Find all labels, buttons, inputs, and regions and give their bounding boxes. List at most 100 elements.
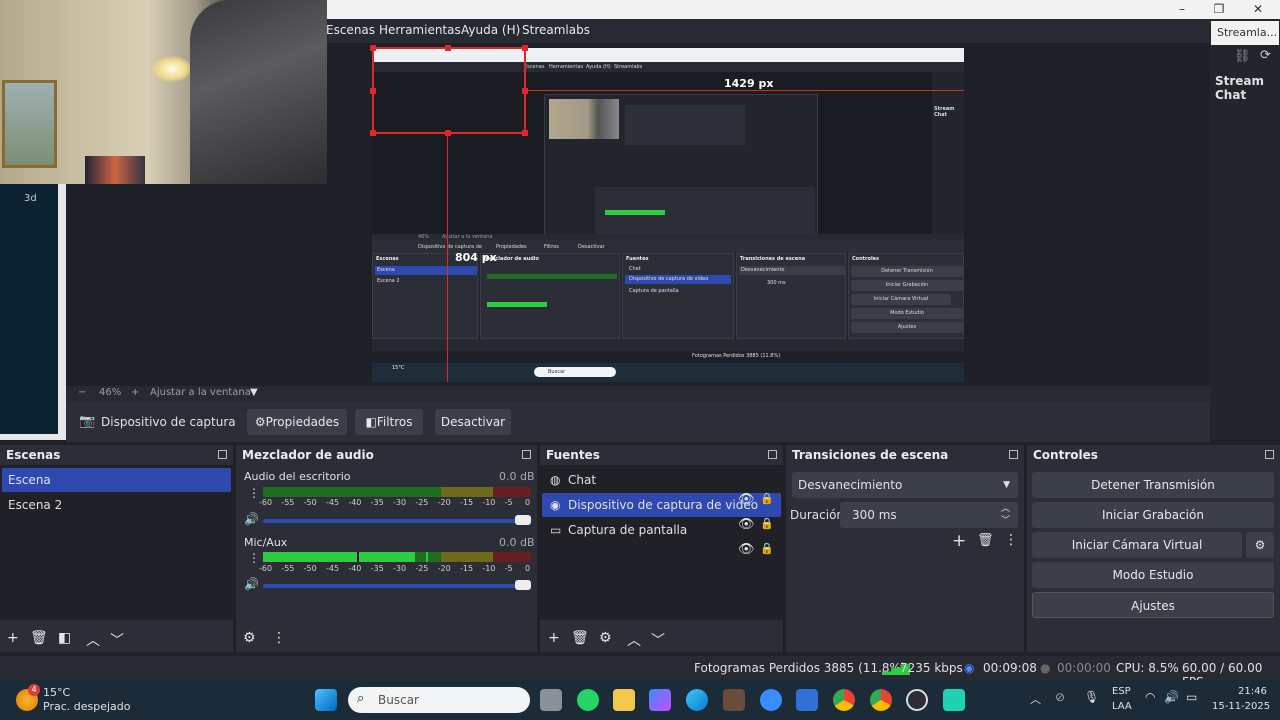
properties-button[interactable]: ⚙Propiedades	[247, 409, 347, 435]
edge-icon[interactable]	[686, 689, 708, 711]
tray-app-icon[interactable]: ⊘	[1055, 690, 1065, 704]
file-explorer-icon[interactable]	[613, 689, 635, 711]
speaker-icon[interactable]: 🔊	[244, 512, 259, 526]
language-1[interactable]: ESP	[1112, 686, 1131, 697]
resize-handle-tr[interactable]	[522, 45, 528, 51]
resize-handle-bl[interactable]	[370, 130, 376, 136]
channel-menu-icon[interactable]: ⋮	[248, 551, 260, 565]
duration-input[interactable]: 300 ms ︿ ﹀	[840, 502, 1018, 528]
fit-to-window-button[interactable]: Ajustar a la ventana	[150, 387, 251, 398]
wifi-icon[interactable]: ◠	[1145, 690, 1155, 704]
microphone-icon[interactable]: 🎙	[1084, 690, 1099, 704]
whatsapp-icon[interactable]	[577, 689, 599, 711]
streamlabs-icon[interactable]	[943, 689, 965, 711]
dock-float-icon[interactable]	[768, 450, 777, 459]
close-button[interactable]: ✕	[1248, 2, 1268, 16]
windows-start-icon[interactable]	[315, 689, 337, 711]
resize-handle-t[interactable]	[445, 45, 451, 51]
volume-knob[interactable]	[515, 580, 531, 590]
channel-db-desktop: 0.0 dB	[499, 470, 535, 483]
chrome-icon[interactable]	[833, 689, 855, 711]
stop-stream-button[interactable]: Detener Transmisión	[1032, 472, 1274, 498]
distance-guide-vertical	[447, 134, 448, 382]
meter-tick-label: -40	[348, 498, 362, 507]
transition-select[interactable]: Desvanecimiento ▼	[792, 472, 1018, 498]
start-recording-button[interactable]: Iniciar Grabación	[1032, 502, 1274, 528]
trash-icon[interactable]: 🗑	[30, 630, 48, 646]
filters-icon[interactable]: ◧	[58, 630, 71, 646]
eye-icon[interactable]: 👁	[738, 517, 755, 532]
fit-dropdown-icon[interactable]: ▼	[250, 387, 258, 398]
deactivate-button[interactable]: Desactivar	[435, 409, 511, 435]
eye-icon[interactable]: 👁	[738, 492, 755, 507]
task-view-icon[interactable]	[540, 689, 562, 711]
photo-app-icon[interactable]	[723, 689, 745, 711]
minimize-button[interactable]: –	[1172, 2, 1192, 16]
settings-button[interactable]: Ajustes	[1032, 592, 1274, 618]
tray-chevron-icon[interactable]: ︿	[1030, 691, 1041, 707]
start-virtual-cam-button[interactable]: Iniciar Cámara Virtual	[1032, 532, 1242, 558]
webcam-video-feed[interactable]	[0, 0, 327, 184]
volume-icon[interactable]: 🔊	[1164, 690, 1179, 704]
menu-escenas[interactable]: Escenas	[326, 23, 375, 37]
refresh-icon[interactable]: ⟳	[1260, 48, 1271, 63]
scene-item[interactable]: Escena 2	[2, 493, 231, 517]
scene-item[interactable]: Escena	[2, 468, 231, 492]
streamlabs-tab[interactable]: Streamla...	[1211, 21, 1279, 45]
trash-icon[interactable]: 🗑	[977, 533, 994, 548]
menu-ayuda[interactable]: Ayuda (H)	[461, 23, 520, 37]
filters-button[interactable]: ◧Filtros	[355, 409, 423, 435]
lock-icon[interactable]: 🔒	[760, 492, 774, 505]
menu-herramientas[interactable]: Herramientas	[379, 23, 461, 37]
obs-icon[interactable]	[906, 689, 928, 711]
trash-icon[interactable]: 🗑	[571, 630, 589, 646]
source-item-chat[interactable]: ◍ Chat	[542, 468, 781, 492]
resize-handle-l[interactable]	[370, 88, 376, 94]
resize-handle-b[interactable]	[445, 130, 451, 136]
dock-float-icon[interactable]	[1009, 450, 1018, 459]
lock-icon[interactable]: 🔒	[760, 542, 774, 555]
battery-icon[interactable]: ▭	[1186, 690, 1197, 704]
app-icon[interactable]	[760, 689, 782, 711]
clock-date[interactable]: 15-11-2025	[1212, 701, 1270, 712]
volume-knob[interactable]	[515, 515, 531, 525]
volume-slider-desktop[interactable]	[263, 515, 531, 525]
move-up-icon[interactable]: ︿	[627, 630, 641, 650]
gear-icon[interactable]: ⚙	[599, 630, 612, 646]
speaker-icon[interactable]: 🔊	[244, 577, 259, 591]
advanced-audio-icon[interactable]: ⚙	[243, 630, 256, 646]
move-down-icon[interactable]: ﹀	[110, 630, 124, 650]
eye-icon[interactable]: 👁	[738, 542, 755, 557]
lock-icon[interactable]: 🔒	[760, 517, 774, 530]
dock-float-icon[interactable]	[522, 450, 531, 459]
taskbar-search[interactable]: ⌕ Buscar	[348, 687, 530, 713]
move-up-icon[interactable]: ︿	[86, 630, 100, 650]
menu-dots-icon[interactable]: ⋮	[272, 630, 286, 646]
language-2[interactable]: LAA	[1112, 701, 1132, 712]
preview-scene-render[interactable]: Escenas Herramientas Ayuda (H) Streamlab…	[372, 48, 964, 382]
link-icon[interactable]: ⛓	[1234, 49, 1251, 64]
move-down-icon[interactable]: ﹀	[651, 630, 665, 650]
add-icon[interactable]: +	[548, 630, 560, 646]
store-icon[interactable]	[796, 689, 818, 711]
clock-time[interactable]: 21:46	[1238, 686, 1267, 697]
dock-float-icon[interactable]	[218, 450, 227, 459]
resize-handle-tl[interactable]	[370, 45, 376, 51]
maximize-button[interactable]: ❐	[1209, 2, 1229, 16]
resize-handle-r[interactable]	[522, 88, 528, 94]
zoom-in-button[interactable]: +	[131, 387, 139, 398]
stepper-down-icon[interactable]: ﹀	[1001, 508, 1010, 534]
add-icon[interactable]: +	[952, 531, 966, 551]
menu-dots-icon[interactable]: ⋮	[1004, 532, 1018, 548]
add-icon[interactable]: +	[7, 630, 19, 646]
dock-float-icon[interactable]	[1265, 450, 1274, 459]
resize-handle-br[interactable]	[522, 130, 528, 136]
virtual-cam-settings-button[interactable]: ⚙	[1246, 532, 1274, 558]
zoom-out-button[interactable]: −	[78, 387, 86, 398]
menu-streamlabs[interactable]: Streamlabs	[522, 23, 590, 37]
copilot-icon[interactable]	[649, 689, 671, 711]
volume-slider-mic[interactable]	[263, 580, 531, 590]
duration-label: Duración	[790, 508, 845, 522]
studio-mode-button[interactable]: Modo Estudio	[1032, 562, 1274, 588]
chrome-profile-icon[interactable]	[870, 689, 892, 711]
